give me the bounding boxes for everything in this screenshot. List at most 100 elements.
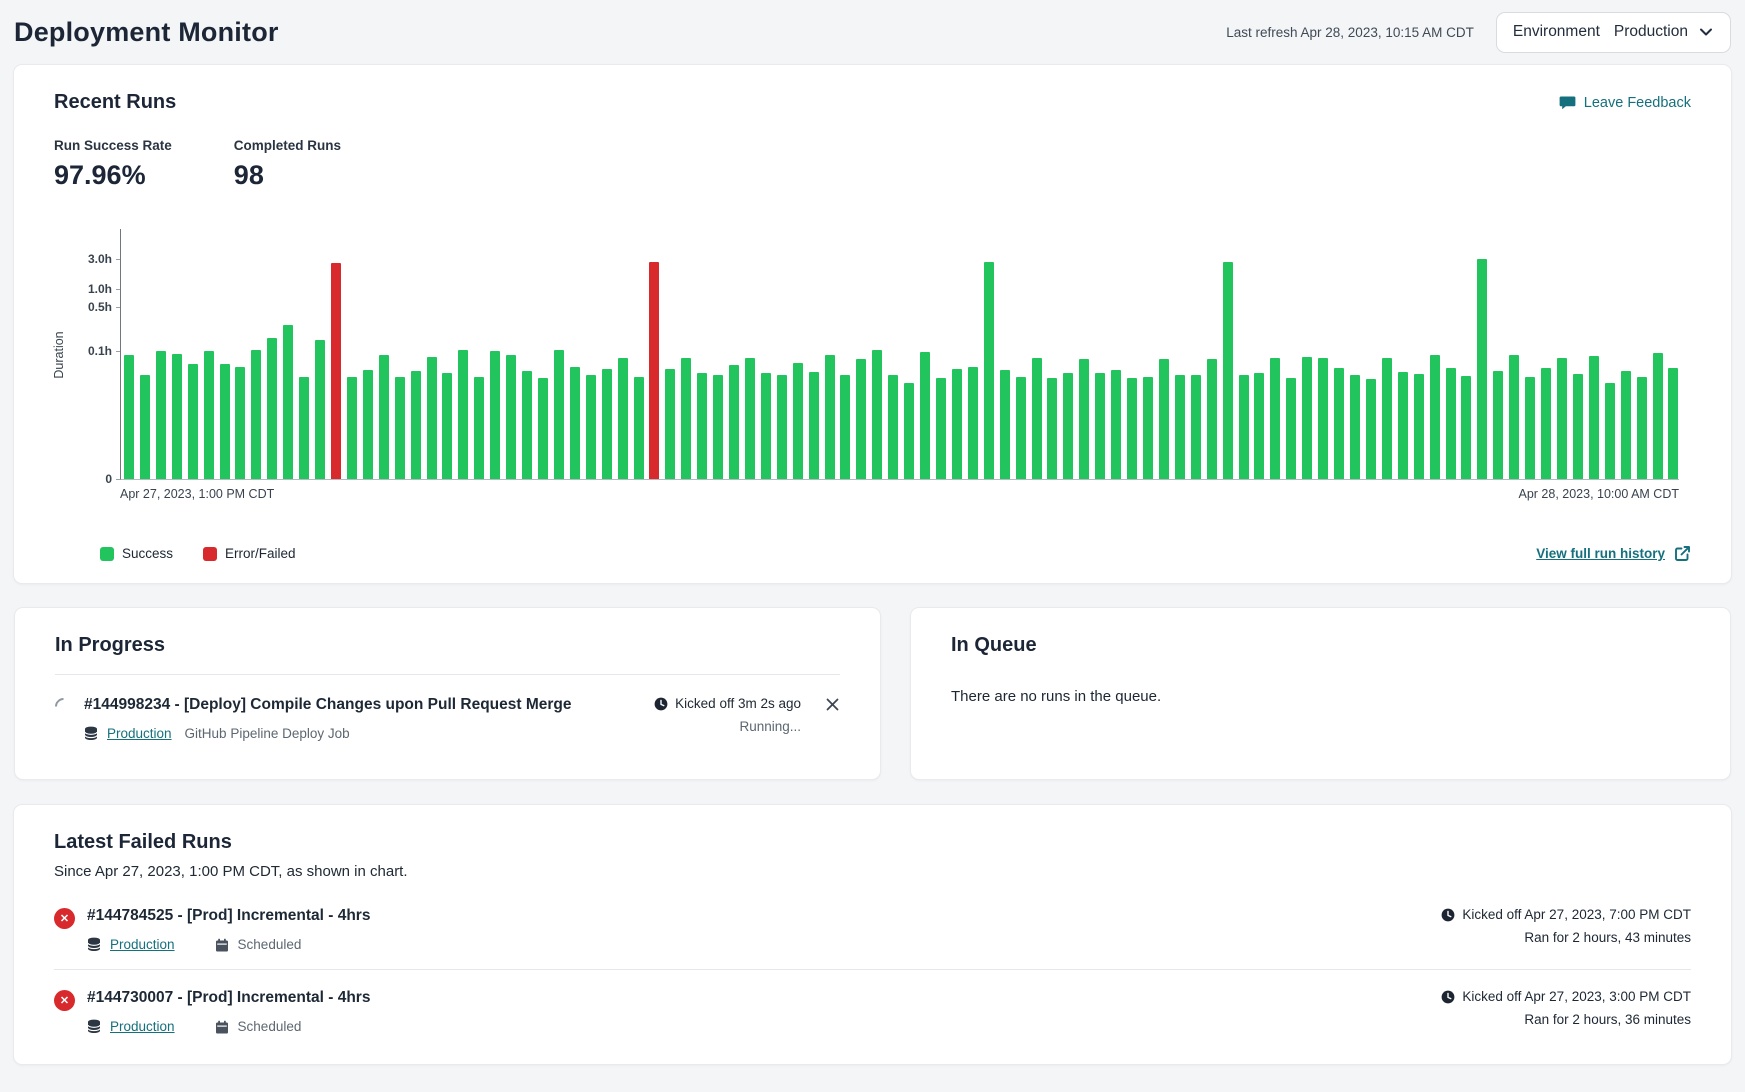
chart-bar-success[interactable] (793, 363, 803, 479)
chart-bar-success[interactable] (618, 358, 628, 479)
chart-bar-success[interactable] (1223, 262, 1233, 479)
chart-bar-success[interactable] (1557, 358, 1567, 479)
chart-bar-success[interactable] (713, 375, 723, 479)
chart-bar-success[interactable] (188, 364, 198, 479)
leave-feedback-link[interactable]: Leave Feedback (1559, 94, 1691, 111)
chart-bar-success[interactable] (1477, 259, 1487, 480)
chart-bar-success[interactable] (1143, 377, 1153, 479)
chart-bar-success[interactable] (1063, 373, 1073, 479)
chart-bar-success[interactable] (1302, 357, 1312, 479)
chart-bar-success[interactable] (1573, 374, 1583, 479)
chart-bar-success[interactable] (379, 355, 389, 479)
chart-bar-success[interactable] (984, 262, 994, 479)
chart-bar-success[interactable] (856, 359, 866, 479)
chart-bar-success[interactable] (745, 358, 755, 479)
chart-bar-success[interactable] (490, 351, 500, 479)
chart-bar-success[interactable] (347, 377, 357, 479)
chart-bar-success[interactable] (506, 355, 516, 479)
close-icon[interactable] (825, 697, 840, 712)
chart-bar-success[interactable] (442, 373, 452, 479)
chart-bar-success[interactable] (267, 338, 277, 479)
chart-bar-success[interactable] (1191, 375, 1201, 480)
chart-bar-success[interactable] (1382, 358, 1392, 479)
chart-bar-success[interactable] (952, 369, 962, 479)
chart-bar-success[interactable] (363, 370, 373, 479)
chart-bar-success[interactable] (888, 375, 898, 480)
chart-bar-success[interactable] (1366, 379, 1376, 479)
chart-bar-success[interactable] (936, 378, 946, 479)
chart-bar-success[interactable] (872, 350, 882, 479)
chart-bar-success[interactable] (1239, 375, 1249, 479)
chart-bar-success[interactable] (1047, 378, 1057, 479)
chart-bar-success[interactable] (634, 377, 644, 479)
chart-bar-failed[interactable] (331, 263, 341, 479)
production-link[interactable]: Production (107, 726, 172, 741)
chart-bar-success[interactable] (586, 375, 596, 479)
chart-bar-success[interactable] (235, 367, 245, 479)
chart-bar-success[interactable] (1079, 359, 1089, 479)
chart-bar-success[interactable] (1350, 375, 1360, 480)
chart-bar-success[interactable] (522, 371, 532, 479)
chart-bar-success[interactable] (1637, 377, 1647, 480)
chart-bar-success[interactable] (1461, 376, 1471, 479)
chart-bar-success[interactable] (1525, 377, 1535, 479)
chart-bar-success[interactable] (729, 365, 739, 479)
chart-bar-success[interactable] (140, 375, 150, 479)
chart-bar-success[interactable] (1430, 355, 1440, 479)
chart-bar-success[interactable] (1446, 368, 1456, 479)
chart-bar-success[interactable] (1111, 370, 1121, 479)
chart-bar-success[interactable] (474, 377, 484, 479)
chart-bar-success[interactable] (1254, 373, 1264, 479)
chart-bar-success[interactable] (920, 352, 930, 480)
chart-bar-success[interactable] (156, 351, 166, 479)
chart-bar-success[interactable] (1095, 373, 1105, 479)
chart-bar-success[interactable] (411, 371, 421, 479)
chart-bar-success[interactable] (251, 350, 261, 479)
chart-bar-success[interactable] (1668, 368, 1678, 479)
chart-bar-success[interactable] (1605, 383, 1615, 479)
chart-bar-success[interactable] (602, 369, 612, 479)
chart-bar-success[interactable] (124, 355, 134, 479)
chart-bar-success[interactable] (220, 364, 230, 479)
chart-bar-failed[interactable] (649, 262, 659, 479)
chart-bar-success[interactable] (1286, 378, 1296, 479)
chart-bar-success[interactable] (204, 351, 214, 479)
chart-bar-success[interactable] (1334, 368, 1344, 479)
production-link[interactable]: Production (110, 1019, 175, 1034)
chart-bar-success[interactable] (1509, 355, 1519, 479)
chart-bar-success[interactable] (904, 383, 914, 479)
production-link[interactable]: Production (110, 937, 175, 952)
chart-bar-success[interactable] (1000, 370, 1010, 479)
chart-bar-success[interactable] (458, 350, 468, 479)
chart-bar-success[interactable] (697, 373, 707, 479)
chart-bar-success[interactable] (570, 367, 580, 479)
chart-bar-success[interactable] (665, 369, 675, 479)
chart-bar-success[interactable] (1398, 372, 1408, 479)
chart-bar-success[interactable] (1318, 358, 1328, 479)
chart-bar-success[interactable] (1621, 371, 1631, 479)
chart-bar-success[interactable] (1653, 353, 1663, 479)
chart-bar-success[interactable] (840, 375, 850, 480)
chart-bar-success[interactable] (1032, 358, 1042, 479)
chart-bar-success[interactable] (299, 377, 309, 479)
chart-bar-success[interactable] (1270, 358, 1280, 479)
chart-bar-success[interactable] (1175, 375, 1185, 479)
chart-bar-success[interactable] (395, 377, 405, 479)
chart-bar-success[interactable] (1493, 371, 1503, 479)
chart-bar-success[interactable] (968, 367, 978, 479)
chart-bar-success[interactable] (554, 350, 564, 479)
chart-bar-success[interactable] (1414, 374, 1424, 479)
chart-bar-success[interactable] (427, 357, 437, 479)
chart-bar-success[interactable] (825, 355, 835, 479)
chart-bar-success[interactable] (1016, 377, 1026, 479)
chart-bar-success[interactable] (172, 354, 182, 479)
chart-bar-success[interactable] (777, 375, 787, 479)
chart-bar-success[interactable] (1207, 359, 1217, 479)
chart-bar-success[interactable] (283, 325, 293, 479)
chart-bar-success[interactable] (315, 340, 325, 479)
chart-bar-success[interactable] (761, 373, 771, 479)
chart-bar-success[interactable] (1127, 378, 1137, 479)
chart-bar-success[interactable] (1589, 356, 1599, 479)
chart-bar-success[interactable] (681, 358, 691, 479)
chart-bar-success[interactable] (1159, 359, 1169, 479)
